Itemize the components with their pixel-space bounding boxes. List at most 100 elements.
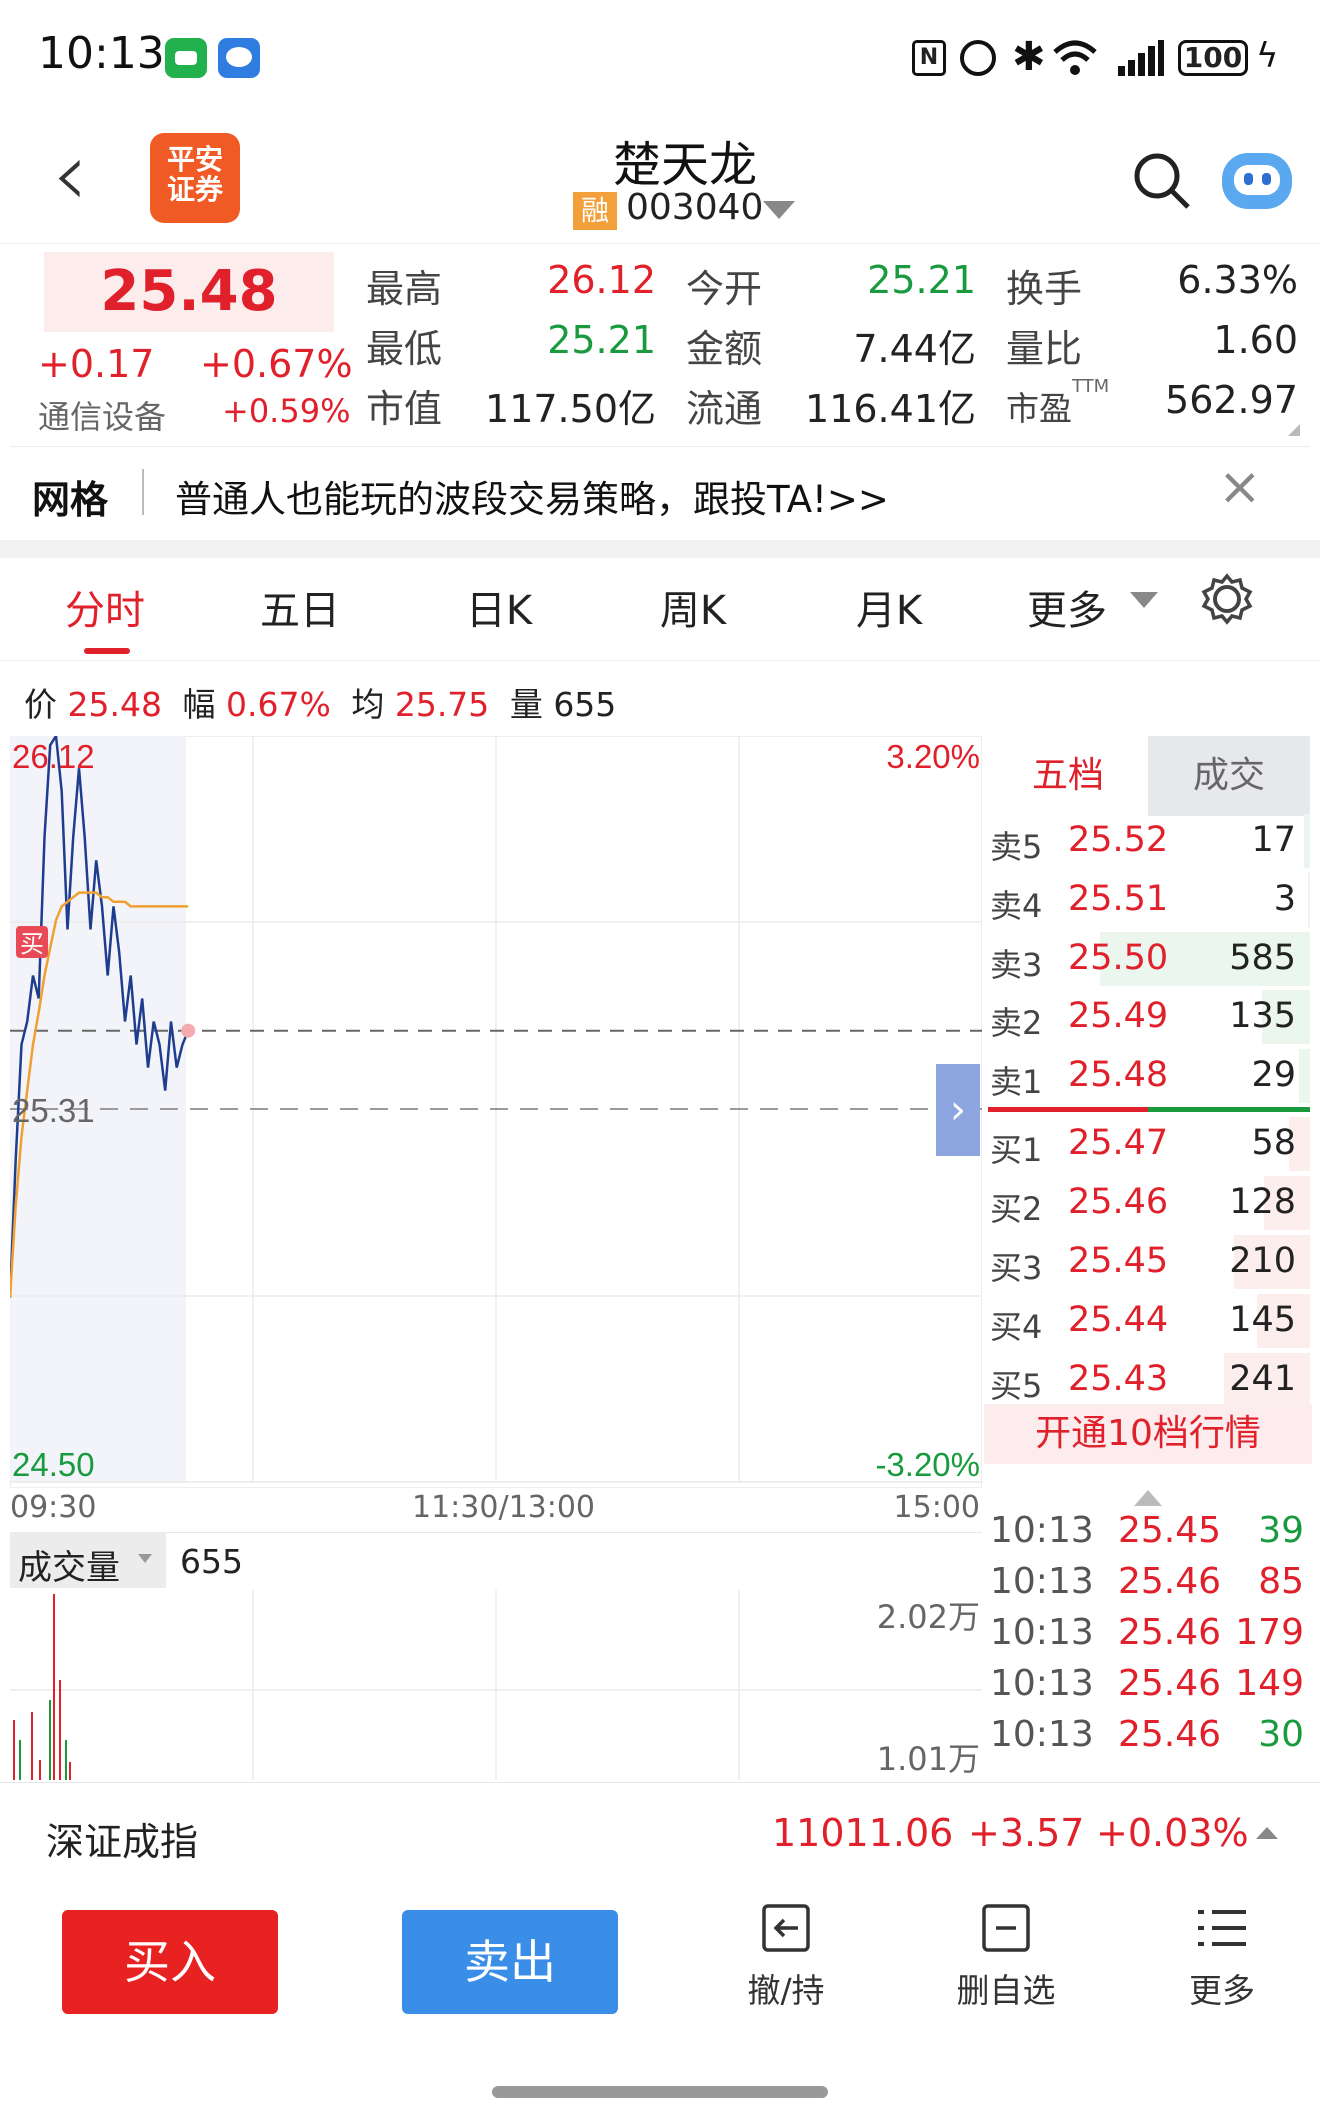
more-menu-button[interactable]: 更多 bbox=[1152, 1900, 1292, 2012]
y-top-label: 26.12 bbox=[12, 738, 95, 775]
y-mid-label: 25.31 bbox=[12, 1092, 95, 1129]
level-label: 买3 bbox=[990, 1249, 1043, 1287]
depth-bar bbox=[1304, 814, 1310, 868]
index-name: 深证成指 bbox=[46, 1820, 199, 1864]
depth-bar bbox=[1308, 872, 1310, 927]
level-label: 买4 bbox=[990, 1308, 1043, 1346]
sell-button[interactable]: 卖出 bbox=[402, 1910, 618, 2014]
ask-row[interactable]: 卖2 25.49 135 bbox=[988, 988, 1310, 1046]
ask-row[interactable]: 卖5 25.52 17 bbox=[988, 812, 1310, 870]
bid-row[interactable]: 买3 25.45 210 bbox=[988, 1233, 1310, 1291]
level-price: 25.50 bbox=[1068, 937, 1169, 978]
wifi-icon bbox=[1053, 40, 1097, 75]
ticks-collapse-chevron-icon[interactable] bbox=[1134, 1490, 1162, 1506]
index-change-pct: +0.03% bbox=[1096, 1811, 1249, 1855]
bid-row[interactable]: 买5 25.43 241 bbox=[988, 1351, 1310, 1409]
close-icon[interactable]: × bbox=[1218, 457, 1262, 517]
quote-label: 市盈 bbox=[1006, 389, 1072, 428]
pct-top-label: 3.20% bbox=[886, 738, 980, 775]
quote-value: 25.21 bbox=[547, 318, 656, 362]
level-volume: 3 bbox=[1273, 878, 1296, 919]
trade-tick-row: 10:13 25.46 30 bbox=[990, 1714, 1310, 1764]
stock-code[interactable]: 003040 bbox=[626, 187, 763, 228]
strategy-banner[interactable]: 网格 普通人也能玩的波段交易策略，跟投TA!>> × bbox=[10, 446, 1310, 541]
buy-button[interactable]: 买入 bbox=[62, 1910, 278, 2014]
expand-corner-icon[interactable] bbox=[1288, 424, 1300, 436]
index-expand-chevron-icon[interactable] bbox=[1256, 1827, 1278, 1839]
tick-time: 10:13 bbox=[990, 1663, 1094, 1704]
intraday-chart[interactable]: 26.12 25.31 24.50 3.20% -3.20% 买 bbox=[10, 736, 982, 1488]
trade-tick-row: 10:13 25.46 149 bbox=[990, 1663, 1310, 1713]
level-volume: 585 bbox=[1229, 937, 1296, 978]
tick-time: 10:13 bbox=[990, 1714, 1094, 1755]
quote-label: 最高 bbox=[366, 267, 443, 311]
avg-info-label: 均 bbox=[351, 685, 385, 724]
home-indicator[interactable] bbox=[492, 2086, 828, 2098]
orderbook-tab-trades[interactable]: 成交 bbox=[1148, 736, 1310, 816]
trade-tick-row: 10:13 25.46 85 bbox=[990, 1561, 1310, 1611]
ask-row[interactable]: 卖1 25.48 29 bbox=[988, 1047, 1310, 1105]
tab-weekly-k[interactable]: 周K bbox=[638, 578, 748, 636]
ai-assistant-icon[interactable] bbox=[1222, 153, 1292, 209]
index-change: +3.57 bbox=[968, 1811, 1085, 1855]
vol-info-value: 655 bbox=[553, 685, 617, 724]
orderbook-tab-level5[interactable]: 五档 bbox=[988, 736, 1148, 816]
menu-icon bbox=[1198, 1910, 1246, 1946]
search-icon[interactable] bbox=[1132, 151, 1192, 211]
volume-indicator-selector[interactable]: 成交量 bbox=[10, 1532, 166, 1588]
stock-switch-chevron-icon[interactable] bbox=[763, 201, 795, 219]
price-info-label: 价 bbox=[24, 685, 57, 724]
tab-monthly-k[interactable]: 月K bbox=[834, 578, 944, 636]
level-price: 25.46 bbox=[1068, 1182, 1169, 1222]
bid-row[interactable]: 买1 25.47 58 bbox=[988, 1115, 1310, 1173]
price-info-value: 25.48 bbox=[67, 685, 162, 724]
quote-value: 26.12 bbox=[547, 258, 656, 302]
volume-value: 655 bbox=[180, 1542, 243, 1581]
index-bar[interactable]: 深证成指 11011.06 +3.57 +0.03% bbox=[0, 1782, 1320, 1888]
level-label: 买2 bbox=[990, 1190, 1043, 1228]
level-volume: 145 bbox=[1229, 1300, 1296, 1340]
expand-orderbook-handle[interactable]: › bbox=[936, 1064, 980, 1156]
margin-badge: 融 bbox=[573, 192, 617, 230]
ask-row[interactable]: 卖3 25.50 585 bbox=[988, 930, 1310, 988]
price-change: +0.17 bbox=[38, 342, 155, 386]
tab-five-day[interactable]: 五日 bbox=[245, 578, 355, 636]
price-change-pct: +0.67% bbox=[200, 342, 353, 386]
remove-watchlist-button[interactable]: 删自选 bbox=[936, 1900, 1076, 2012]
tick-volume: 39 bbox=[1258, 1510, 1304, 1551]
cancel-position-icon bbox=[762, 1904, 810, 1952]
upgrade-level10-button[interactable]: 开通10档行情 bbox=[984, 1404, 1312, 1464]
bluetooth-icon: ✱ bbox=[1012, 34, 1046, 80]
tick-time: 10:13 bbox=[990, 1561, 1094, 1602]
level-price: 25.47 bbox=[1068, 1123, 1169, 1163]
buy-marker-text: 买 bbox=[20, 930, 44, 958]
tab-daily-k[interactable]: 日K bbox=[444, 578, 554, 636]
bid-row[interactable]: 买2 25.46 128 bbox=[988, 1174, 1310, 1232]
settings-gear-icon[interactable] bbox=[1200, 572, 1254, 626]
active-tab-indicator bbox=[84, 648, 130, 654]
level-price: 25.45 bbox=[1068, 1241, 1169, 1281]
cancel-position-button[interactable]: 撤/持 bbox=[716, 1900, 856, 2012]
quote-value: 7.44亿 bbox=[853, 327, 976, 371]
level-label: 卖2 bbox=[990, 1004, 1043, 1043]
tab-more[interactable]: 更多 bbox=[1012, 578, 1122, 636]
bid-row[interactable]: 买4 25.44 145 bbox=[988, 1292, 1310, 1350]
stock-name: 楚天龙 bbox=[612, 137, 757, 193]
quote-label: 市值 bbox=[366, 387, 443, 431]
banner-text[interactable]: 普通人也能玩的波段交易策略，跟投TA!>> bbox=[175, 469, 889, 523]
cancel-position-label: 撤/持 bbox=[747, 1971, 825, 2010]
quote-value: 562.97 bbox=[1165, 378, 1298, 422]
level-price: 25.43 bbox=[1068, 1359, 1169, 1399]
sector-name[interactable]: 通信设备 bbox=[38, 392, 166, 438]
ask-row[interactable]: 卖4 25.51 3 bbox=[988, 871, 1310, 929]
back-icon[interactable]: ‹ bbox=[52, 130, 88, 220]
quote-value: 25.21 bbox=[867, 258, 976, 302]
tab-intraday[interactable]: 分时 bbox=[50, 578, 160, 636]
level-price: 25.44 bbox=[1068, 1300, 1169, 1340]
quote-label: 流通 bbox=[686, 387, 763, 431]
more-chevron-icon[interactable] bbox=[1130, 592, 1158, 608]
volume-label: 成交量 bbox=[18, 1548, 120, 1588]
level-volume: 210 bbox=[1229, 1241, 1296, 1281]
status-bar: 10:13 N ✱ 100 ϟ bbox=[0, 0, 1320, 115]
level-volume: 29 bbox=[1251, 1055, 1296, 1096]
